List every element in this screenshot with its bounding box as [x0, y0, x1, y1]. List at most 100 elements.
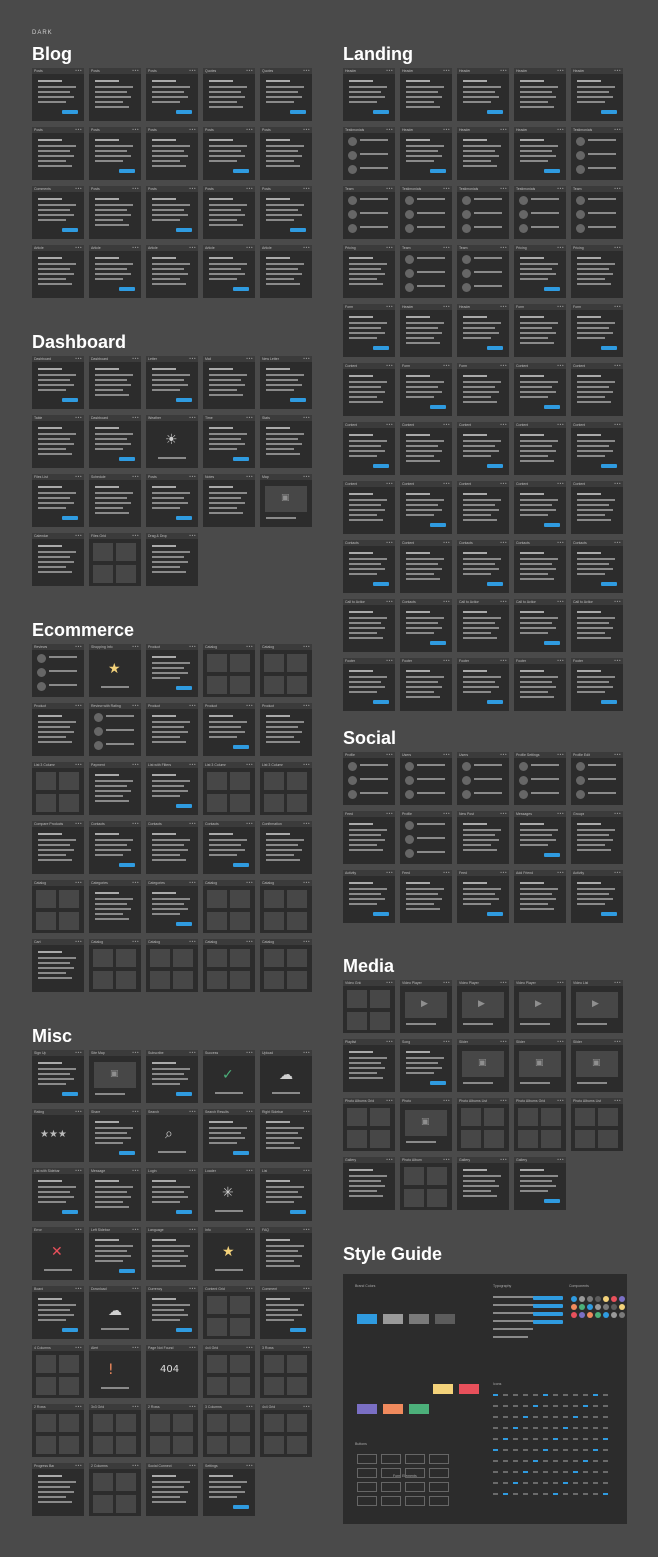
template-card[interactable]: Page Not Found ••• 404	[146, 1345, 198, 1398]
template-card[interactable]: Video Player ••• ▶	[400, 980, 452, 1033]
more-icon[interactable]: •••	[75, 246, 82, 250]
template-card[interactable]: Posts •••	[203, 127, 255, 180]
template-card[interactable]: Photo Albums List •••	[457, 1098, 509, 1151]
template-card[interactable]: Download ••• ☁	[89, 1286, 141, 1339]
more-icon[interactable]: •••	[303, 246, 310, 250]
template-card[interactable]: Header •••	[457, 304, 509, 357]
more-icon[interactable]: •••	[303, 822, 310, 826]
more-icon[interactable]: •••	[246, 763, 253, 767]
template-card[interactable]: Contacts •••	[89, 821, 141, 874]
template-card[interactable]: 2 Rows •••	[32, 1404, 84, 1457]
more-icon[interactable]: •••	[75, 1346, 82, 1350]
more-icon[interactable]: •••	[132, 69, 139, 73]
more-icon[interactable]: •••	[443, 659, 450, 663]
template-card[interactable]: Gallery •••	[343, 1157, 395, 1210]
template-card[interactable]: Feed •••	[400, 870, 452, 923]
more-icon[interactable]: •••	[443, 482, 450, 486]
more-icon[interactable]: •••	[614, 871, 621, 875]
template-card[interactable]: Content •••	[343, 422, 395, 475]
more-icon[interactable]: •••	[500, 981, 507, 985]
template-card[interactable]: Letter •••	[146, 356, 198, 409]
more-icon[interactable]: •••	[303, 475, 310, 479]
template-card[interactable]: Call to Action •••	[343, 599, 395, 652]
more-icon[interactable]: •••	[75, 187, 82, 191]
more-icon[interactable]: •••	[386, 482, 393, 486]
color-swatch[interactable]	[433, 1384, 453, 1394]
more-icon[interactable]: •••	[303, 881, 310, 885]
more-icon[interactable]: •••	[557, 482, 564, 486]
template-card[interactable]: Schedule •••	[89, 474, 141, 527]
template-card[interactable]: Catalog •••	[203, 644, 255, 697]
template-card[interactable]: Article •••	[260, 245, 312, 298]
more-icon[interactable]: •••	[500, 187, 507, 191]
more-icon[interactable]: •••	[132, 475, 139, 479]
more-icon[interactable]: •••	[614, 305, 621, 309]
form-element[interactable]	[357, 1482, 377, 1492]
more-icon[interactable]: •••	[386, 812, 393, 816]
template-card[interactable]: Article •••	[32, 245, 84, 298]
more-icon[interactable]: •••	[132, 763, 139, 767]
template-card[interactable]: List 3 Column •••	[32, 762, 84, 815]
more-icon[interactable]: •••	[303, 763, 310, 767]
more-icon[interactable]: •••	[246, 1346, 253, 1350]
more-icon[interactable]: •••	[500, 812, 507, 816]
more-icon[interactable]: •••	[500, 246, 507, 250]
more-icon[interactable]: •••	[614, 246, 621, 250]
more-icon[interactable]: •••	[386, 600, 393, 604]
template-card[interactable]: Content •••	[343, 363, 395, 416]
more-icon[interactable]: •••	[557, 187, 564, 191]
template-card[interactable]: Profile •••	[343, 752, 395, 805]
template-card[interactable]: Posts •••	[146, 127, 198, 180]
template-card[interactable]: Photo Album •••	[400, 1157, 452, 1210]
more-icon[interactable]: •••	[189, 246, 196, 250]
more-icon[interactable]: •••	[303, 1110, 310, 1114]
template-card[interactable]: Posts •••	[32, 68, 84, 121]
template-card[interactable]: Feed •••	[457, 870, 509, 923]
template-card[interactable]: Posts •••	[89, 68, 141, 121]
form-element[interactable]	[357, 1496, 377, 1506]
template-card[interactable]: Content •••	[571, 481, 623, 534]
more-icon[interactable]: •••	[614, 187, 621, 191]
template-card[interactable]: Files Grid •••	[89, 533, 141, 586]
more-icon[interactable]: •••	[132, 940, 139, 944]
more-icon[interactable]: •••	[75, 128, 82, 132]
more-icon[interactable]: •••	[557, 305, 564, 309]
template-card[interactable]: Activity •••	[343, 870, 395, 923]
template-card[interactable]: Header •••	[343, 68, 395, 121]
more-icon[interactable]: •••	[246, 128, 253, 132]
template-card[interactable]: Content •••	[514, 422, 566, 475]
more-icon[interactable]: •••	[75, 822, 82, 826]
more-icon[interactable]: •••	[443, 246, 450, 250]
template-card[interactable]: Content •••	[457, 422, 509, 475]
template-card[interactable]: Files List •••	[32, 474, 84, 527]
more-icon[interactable]: •••	[189, 1051, 196, 1055]
template-card[interactable]: Board •••	[32, 1286, 84, 1339]
template-card[interactable]: Team •••	[571, 186, 623, 239]
template-card[interactable]: 3 Columns •••	[203, 1404, 255, 1457]
template-card[interactable]: Social Connect •••	[146, 1463, 198, 1516]
template-card[interactable]: FAQ •••	[260, 1227, 312, 1280]
template-card[interactable]: Photo Albums Grid •••	[514, 1098, 566, 1151]
form-element[interactable]	[429, 1468, 449, 1478]
template-card[interactable]: Messages •••	[514, 811, 566, 864]
more-icon[interactable]: •••	[386, 541, 393, 545]
more-icon[interactable]: •••	[132, 822, 139, 826]
more-icon[interactable]: •••	[443, 600, 450, 604]
template-card[interactable]: Settings •••	[203, 1463, 255, 1516]
form-element[interactable]	[381, 1482, 401, 1492]
form-element[interactable]	[405, 1468, 425, 1478]
more-icon[interactable]: •••	[303, 187, 310, 191]
more-icon[interactable]: •••	[500, 753, 507, 757]
more-icon[interactable]: •••	[132, 645, 139, 649]
template-card[interactable]: Categories •••	[146, 880, 198, 933]
template-card[interactable]: Article •••	[146, 245, 198, 298]
more-icon[interactable]: •••	[75, 940, 82, 944]
more-icon[interactable]: •••	[189, 1346, 196, 1350]
template-card[interactable]: Testimonials •••	[514, 186, 566, 239]
more-icon[interactable]: •••	[386, 659, 393, 663]
more-icon[interactable]: •••	[246, 1169, 253, 1173]
more-icon[interactable]: •••	[443, 69, 450, 73]
more-icon[interactable]: •••	[557, 812, 564, 816]
template-card[interactable]: Comment •••	[260, 1286, 312, 1339]
more-icon[interactable]: •••	[443, 1158, 450, 1162]
